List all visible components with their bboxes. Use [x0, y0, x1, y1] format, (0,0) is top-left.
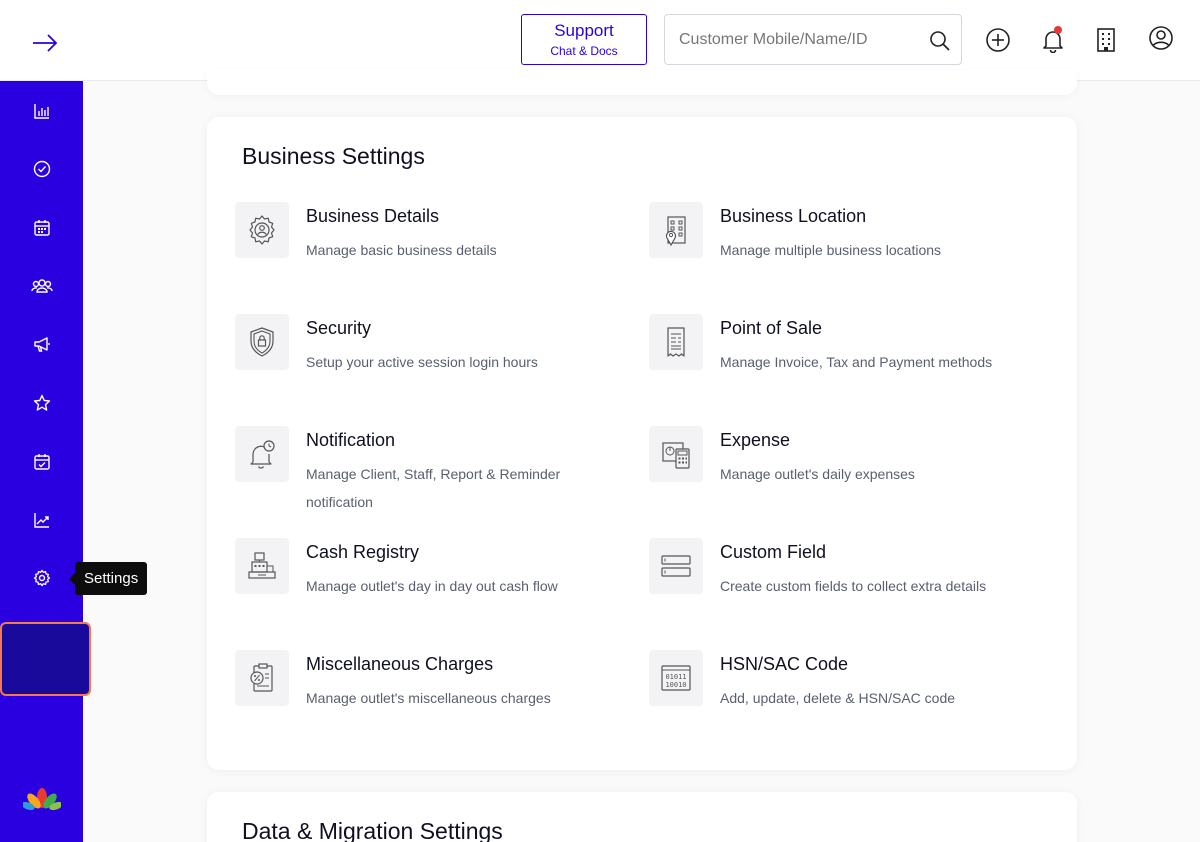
setting-cash-registry[interactable]: Cash Registry Manage outlet's day in day…	[235, 538, 625, 628]
clipboard-percent-icon	[250, 663, 273, 692]
form-fields-icon	[661, 555, 691, 577]
check-circle-icon	[33, 160, 50, 178]
customer-search-box	[664, 14, 962, 65]
setting-title: Expense	[720, 430, 791, 450]
megaphone-icon	[33, 337, 50, 352]
setting-description: Add, update, delete & HSN/SAC code	[720, 690, 956, 706]
setting-description: Manage outlet's miscellaneous charges	[306, 690, 551, 706]
sidebar-item-loyalty[interactable]	[0, 381, 83, 425]
setting-icon-box: 01011 10010	[649, 650, 703, 706]
setting-description: Create custom fields to collect extra de…	[720, 578, 987, 594]
sidebar-item-checkout[interactable]	[0, 147, 83, 191]
setting-description: Manage Client, Staff, Report & Reminder …	[306, 466, 561, 510]
setting-description: Manage outlet's day in day out cash flow	[306, 578, 558, 594]
gear-icon	[33, 569, 50, 587]
add-circle-icon[interactable]	[985, 27, 1011, 53]
setting-icon-box	[649, 202, 703, 258]
support-subtitle: Chat & Docs	[550, 44, 618, 58]
star-icon	[33, 394, 50, 411]
setting-title: HSN/SAC Code	[720, 654, 849, 674]
setting-expense[interactable]: Expense Manage outlet's daily expenses	[649, 426, 1039, 516]
gear-user-icon	[249, 215, 275, 245]
setting-title: Business Details	[306, 206, 440, 226]
brand-lotus-logo	[23, 788, 61, 811]
calendar-icon	[33, 220, 50, 236]
notification-dot	[1054, 26, 1062, 34]
users-icon	[30, 279, 53, 293]
business-settings-card: Business Settings Business Details Manag…	[207, 117, 1077, 770]
setting-icon-box	[235, 202, 289, 258]
sidebar-item-marketing[interactable]	[0, 322, 83, 366]
bar-chart-icon	[33, 104, 49, 119]
previous-card-edge	[207, 70, 1077, 95]
setting-security[interactable]: Security Setup your active session login…	[235, 314, 625, 404]
user-profile-icon[interactable]	[1148, 25, 1174, 51]
setting-icon-box	[235, 650, 289, 706]
setting-icon-box	[649, 426, 703, 482]
setting-business-details[interactable]: Business Details Manage basic business d…	[235, 202, 625, 292]
section-heading: Data & Migration Settings	[242, 818, 503, 842]
setting-description: Manage Invoice, Tax and Payment methods	[720, 354, 993, 370]
setting-description: Setup your active session login hours	[306, 354, 538, 370]
bell-icon[interactable]	[1040, 27, 1066, 53]
setting-miscellaneous-charges[interactable]: Miscellaneous Charges Manage outlet's mi…	[235, 650, 625, 740]
setting-title: Cash Registry	[306, 542, 420, 562]
setting-title: Business Location	[720, 206, 867, 226]
building-location-icon	[665, 216, 686, 247]
settings-tooltip: Settings	[68, 562, 148, 595]
sidebar-item-reports[interactable]	[0, 89, 83, 133]
setting-icon-box	[649, 538, 703, 594]
setting-icon-box	[235, 314, 289, 370]
setting-title: Notification	[306, 430, 396, 450]
setting-icon-box	[235, 538, 289, 594]
setting-icon-box	[649, 314, 703, 370]
customer-search-input[interactable]	[679, 29, 919, 51]
setting-hsn-sac-code[interactable]: 01011 10010 HSN/SAC Code Add, update, del…	[649, 650, 1039, 740]
sidebar-item-appointments[interactable]	[0, 440, 83, 484]
bell-clock-icon	[250, 440, 275, 469]
data-migration-card: Data & Migration Settings	[207, 792, 1077, 842]
calendar-check-icon	[33, 454, 50, 470]
svg-text:10010: 10010	[665, 681, 686, 689]
sidebar-active-highlight	[0, 622, 91, 696]
sidebar-item-calendar[interactable]	[0, 206, 83, 250]
setting-title: Miscellaneous Charges	[306, 654, 494, 674]
setting-description: Manage multiple business locations	[720, 242, 942, 258]
setting-business-location[interactable]: Business Location Manage multiple busine…	[649, 202, 1039, 292]
setting-title: Point of Sale	[720, 318, 823, 338]
calculator-icon	[662, 442, 690, 469]
setting-title: Custom Field	[720, 542, 827, 562]
sidebar-item-analytics[interactable]	[0, 498, 83, 542]
receipt-icon	[667, 327, 685, 357]
expand-menu-arrow-icon[interactable]	[30, 30, 60, 56]
sidebar-item-clients[interactable]	[0, 264, 83, 308]
setting-point-of-sale[interactable]: Point of Sale Manage Invoice, Tax and Pa…	[649, 314, 1039, 404]
sidebar	[0, 81, 91, 842]
top-bar: Support Chat & Docs	[0, 0, 1200, 81]
setting-description: Manage basic business details	[306, 242, 497, 258]
trend-icon	[33, 513, 49, 528]
section-heading: Business Settings	[242, 143, 425, 169]
setting-title: Security	[306, 318, 372, 338]
setting-description: Manage outlet's daily expenses	[720, 466, 915, 482]
support-button[interactable]: Support Chat & Docs	[521, 14, 647, 65]
building-icon[interactable]	[1093, 27, 1119, 53]
support-title: Support	[554, 21, 614, 40]
svg-text:01011: 01011	[665, 673, 686, 681]
setting-notification[interactable]: Notification Manage Client, Staff, Repor…	[235, 426, 625, 516]
binary-code-icon: 0101110010	[661, 665, 691, 691]
search-icon[interactable]	[929, 30, 951, 52]
cash-register-icon	[248, 552, 276, 579]
setting-icon-box	[235, 426, 289, 482]
setting-custom-field[interactable]: Custom Field Create custom fields to col…	[649, 538, 1039, 628]
shield-lock-icon	[250, 327, 274, 357]
